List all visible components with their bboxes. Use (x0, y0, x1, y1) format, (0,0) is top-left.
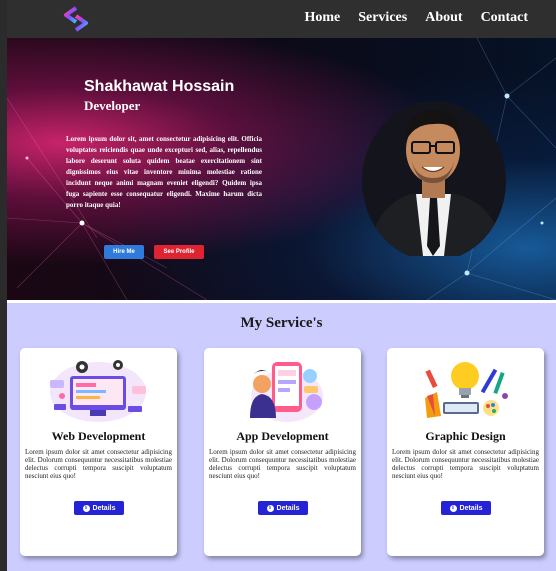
page: Home Services About Contact Shakhawat Ho… (7, 0, 556, 571)
nav-link-contact[interactable]: Contact (481, 10, 528, 26)
graphic-design-illustration (425, 362, 508, 418)
info-icon: i (82, 504, 90, 512)
service-card-title: App Development (236, 429, 329, 443)
service-card-title: Web Development (51, 429, 146, 443)
top-navbar: Home Services About Contact (7, 0, 556, 38)
profile-photo (362, 101, 506, 256)
nav-link-services[interactable]: Services (358, 10, 407, 26)
hero-role: Developer (84, 98, 141, 113)
nav-link-home[interactable]: Home (304, 10, 340, 26)
services-title: My Service's (240, 315, 323, 331)
info-icon: i (449, 504, 457, 512)
details-label: Details (276, 504, 300, 512)
service-card-text: Lorem ipsum dolor sit amet consectetur a… (392, 448, 539, 480)
service-card-text: Lorem ipsum dolor sit amet consectetur a… (25, 448, 172, 480)
service-card-title: Graphic Design (425, 429, 506, 443)
service-card-app: App Development Lorem ipsum dolor sit am… (204, 348, 361, 556)
details-label: Details (92, 504, 116, 512)
details-label: Details (459, 504, 483, 512)
app-development-illustration (250, 362, 323, 422)
nav-links: Home Services About Contact (304, 10, 528, 26)
web-development-illustration (50, 360, 146, 422)
see-profile-button[interactable]: See Profile (154, 245, 204, 259)
info-icon: i (266, 504, 274, 512)
hire-me-button[interactable]: Hire Me (104, 245, 144, 259)
details-button[interactable]: i Details (74, 501, 124, 515)
nav-link-about[interactable]: About (425, 10, 462, 26)
service-card-web: Web Development Lorem ipsum dolor sit am… (20, 348, 177, 556)
hero-bio: Lorem ipsum dolor sit, amet consectetur … (66, 135, 262, 209)
service-card-graphic: Graphic Design Lorem ipsum dolor sit ame… (387, 348, 544, 556)
hero-banner: Shakhawat Hossain Developer Lorem ipsum … (7, 38, 556, 300)
hero-name: Shakhawat Hossain (84, 78, 235, 95)
details-button[interactable]: i Details (258, 501, 308, 515)
service-card-text: Lorem ipsum dolor sit amet consectetur a… (209, 448, 356, 480)
section-divider (7, 300, 556, 303)
details-button[interactable]: i Details (441, 501, 491, 515)
gradient-s-logo-icon[interactable] (63, 6, 89, 32)
